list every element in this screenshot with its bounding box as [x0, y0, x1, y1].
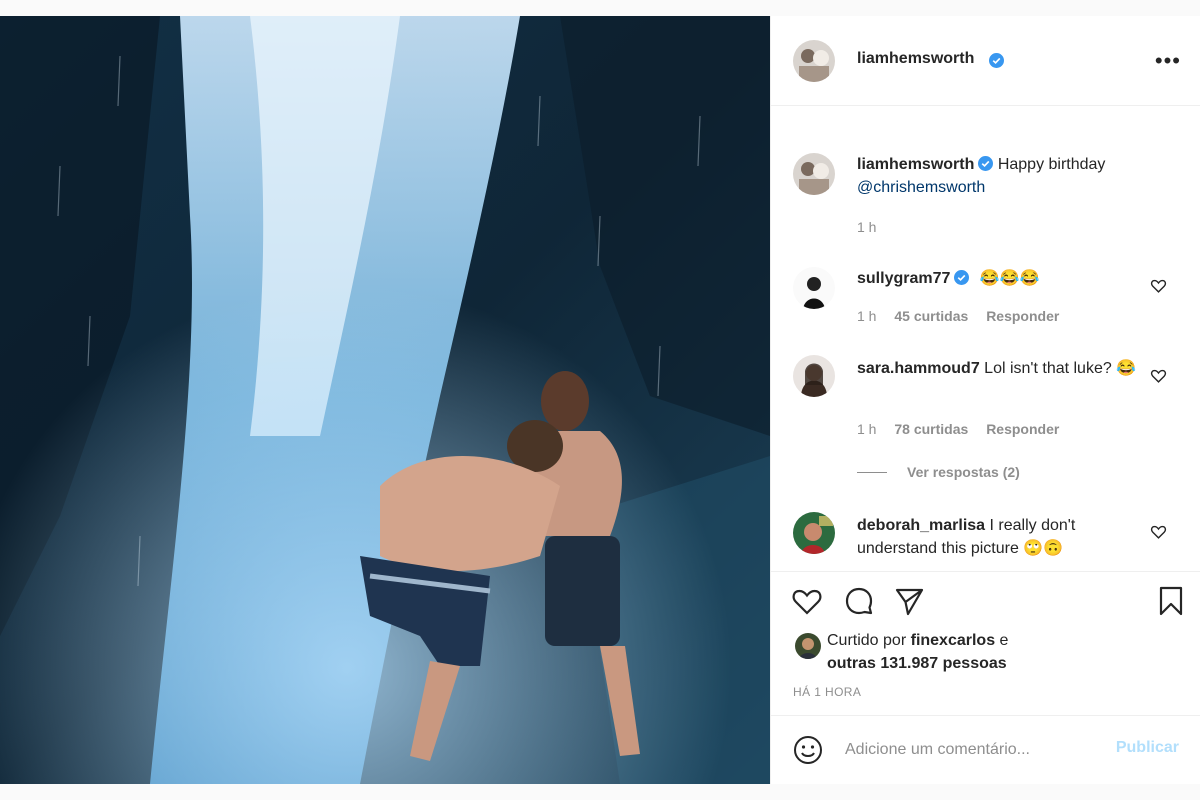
add-comment-bar: Publicar [771, 715, 1200, 784]
view-replies-row[interactable]: Ver respostas (2) [857, 464, 1020, 480]
comment-emojis: 😂😂😂 [980, 270, 1040, 287]
view-replies-button[interactable]: Ver respostas (2) [907, 464, 1020, 480]
comment-2-meta: 1 h 78 curtidas Responder [857, 421, 1073, 437]
liked-by-username[interactable]: finexcarlos [911, 632, 995, 649]
instagram-post-frame: liamhemsworth ••• liamhemsworth Happy bi… [0, 16, 1200, 784]
laughing-emoji-icon: 😂 [979, 270, 1000, 287]
laughing-emoji-icon: 😂 [1116, 360, 1137, 377]
caption-meta: 1 h [857, 219, 890, 235]
caption-username[interactable]: liamhemsworth [857, 156, 974, 173]
liked-by-suffix: e [999, 632, 1009, 649]
upside-down-face-emoji-icon: 🙃 [1043, 540, 1064, 557]
comment-3: deborah_marlisa I really don't understan… [857, 514, 1157, 560]
post-photo[interactable] [0, 16, 770, 784]
liked-by-text: Curtido por finexcarlos e outras 131.987… [827, 629, 1008, 675]
save-bookmark-icon[interactable] [1155, 585, 1187, 617]
comment-1: sullygram77 😂😂😂 [857, 267, 1157, 290]
caption-mention[interactable]: @chrishemsworth [857, 179, 985, 196]
liked-by-prefix: Curtido por [827, 632, 907, 649]
verified-badge-icon [954, 270, 970, 285]
commenter-avatar[interactable] [793, 355, 835, 397]
post-side-panel: liamhemsworth ••• liamhemsworth Happy bi… [770, 16, 1200, 784]
share-paper-plane-icon[interactable] [893, 585, 925, 617]
like-comment-heart-icon[interactable] [1150, 523, 1167, 540]
comment-likes[interactable]: 45 curtidas [894, 308, 968, 324]
publish-button[interactable]: Publicar [1116, 739, 1179, 757]
like-comment-heart-icon[interactable] [1150, 367, 1167, 384]
waterfall-photo-image [0, 16, 770, 784]
caption-avatar[interactable] [793, 153, 835, 195]
laughing-emoji-icon: 😂 [999, 270, 1020, 287]
emoji-picker-icon[interactable] [793, 735, 823, 765]
commenter-avatar[interactable] [793, 512, 835, 554]
comment-text: Lol isn't that luke? [984, 360, 1112, 377]
comment-likes[interactable]: 78 curtidas [894, 421, 968, 437]
comment-bubble-icon[interactable] [843, 585, 875, 617]
reply-button[interactable]: Responder [986, 308, 1059, 324]
verified-badge-icon [978, 156, 994, 171]
comment-time[interactable]: 1 h [857, 421, 876, 437]
eye-roll-emoji-icon: 🙄 [1023, 540, 1044, 557]
comment-2: sara.hammoud7 Lol isn't that luke? 😂 [857, 357, 1157, 380]
comment-username[interactable]: sullygram77 [857, 270, 950, 287]
commenter-avatar[interactable] [793, 267, 835, 309]
comment-username[interactable]: sara.hammoud7 [857, 360, 980, 377]
post-timestamp[interactable]: HÁ 1 HORA [793, 685, 861, 699]
likes-count-link[interactable]: outras 131.987 pessoas [827, 655, 1007, 672]
post-header: liamhemsworth ••• [771, 16, 1200, 106]
verified-badge-icon [989, 53, 1004, 68]
author-username[interactable]: liamhemsworth [857, 50, 974, 68]
replies-divider-line [857, 471, 887, 473]
comment-1-meta: 1 h 45 curtidas Responder [857, 308, 1073, 324]
more-options-icon[interactable]: ••• [1155, 48, 1181, 74]
comment-username[interactable]: deborah_marlisa [857, 517, 985, 534]
comment-time[interactable]: 1 h [857, 308, 876, 324]
like-heart-icon[interactable] [791, 585, 823, 617]
caption-time[interactable]: 1 h [857, 219, 876, 235]
reply-button[interactable]: Responder [986, 421, 1059, 437]
caption-text: liamhemsworth Happy birthday @chrishemsw… [857, 153, 1157, 199]
laughing-emoji-icon: 😂 [1019, 270, 1040, 287]
liked-by-avatar[interactable] [795, 633, 821, 659]
post-actions: Curtido por finexcarlos e outras 131.987… [771, 571, 1200, 716]
caption-body: Happy birthday [997, 156, 1106, 173]
like-comment-heart-icon[interactable] [1150, 277, 1167, 294]
comment-input[interactable] [843, 733, 1087, 767]
author-avatar[interactable] [793, 40, 835, 82]
comments-section: liamhemsworth Happy birthday @chrishemsw… [771, 105, 1200, 572]
